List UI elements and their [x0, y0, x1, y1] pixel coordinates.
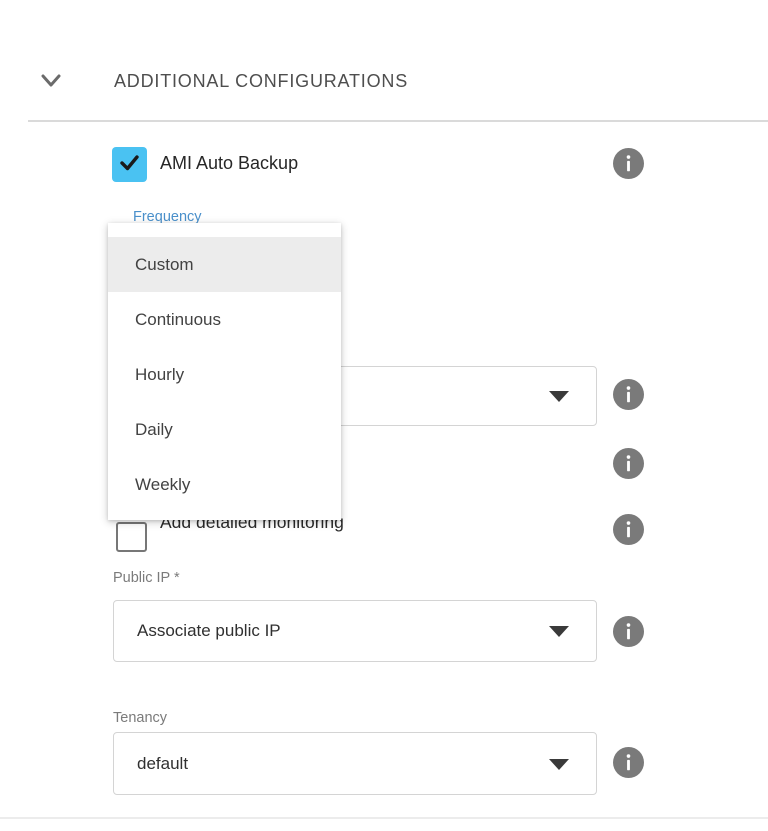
menu-item-weekly[interactable]: Weekly [108, 457, 341, 512]
bottom-divider [0, 817, 768, 819]
detailed-monitoring-checkbox[interactable] [116, 522, 147, 552]
tenancy-label: Tenancy [113, 710, 167, 726]
chevron-down-icon [36, 81, 66, 98]
public-ip-select[interactable]: Associate public IP [113, 600, 597, 662]
public-ip-value: Associate public IP [137, 621, 281, 641]
ami-auto-backup-label: AMI Auto Backup [160, 153, 298, 174]
info-icon[interactable] [613, 379, 644, 410]
info-icon[interactable] [613, 616, 644, 647]
menu-item-hourly[interactable]: Hourly [108, 347, 341, 402]
menu-item-continuous[interactable]: Continuous [108, 292, 341, 347]
section-collapse-button[interactable] [36, 66, 66, 94]
info-icon[interactable] [613, 148, 644, 179]
section-divider [28, 120, 768, 122]
menu-item-daily[interactable]: Daily [108, 402, 341, 457]
caret-down-icon [549, 759, 569, 770]
caret-down-icon [549, 626, 569, 637]
info-icon[interactable] [613, 448, 644, 479]
caret-down-icon [549, 391, 569, 402]
tenancy-select[interactable]: default [113, 732, 597, 795]
additional-configurations-panel: ADDITIONAL CONFIGURATIONS AMI Auto Backu… [0, 0, 768, 831]
public-ip-label: Public IP * [113, 570, 180, 586]
info-icon[interactable] [613, 747, 644, 778]
section-title: ADDITIONAL CONFIGURATIONS [114, 71, 408, 92]
checkmark-icon [117, 150, 142, 180]
frequency-dropdown-menu: Custom Continuous Hourly Daily Weekly [108, 223, 341, 520]
menu-item-custom[interactable]: Custom [108, 237, 341, 292]
ami-auto-backup-checkbox[interactable] [112, 147, 147, 182]
info-icon[interactable] [613, 514, 644, 545]
tenancy-value: default [137, 754, 188, 774]
